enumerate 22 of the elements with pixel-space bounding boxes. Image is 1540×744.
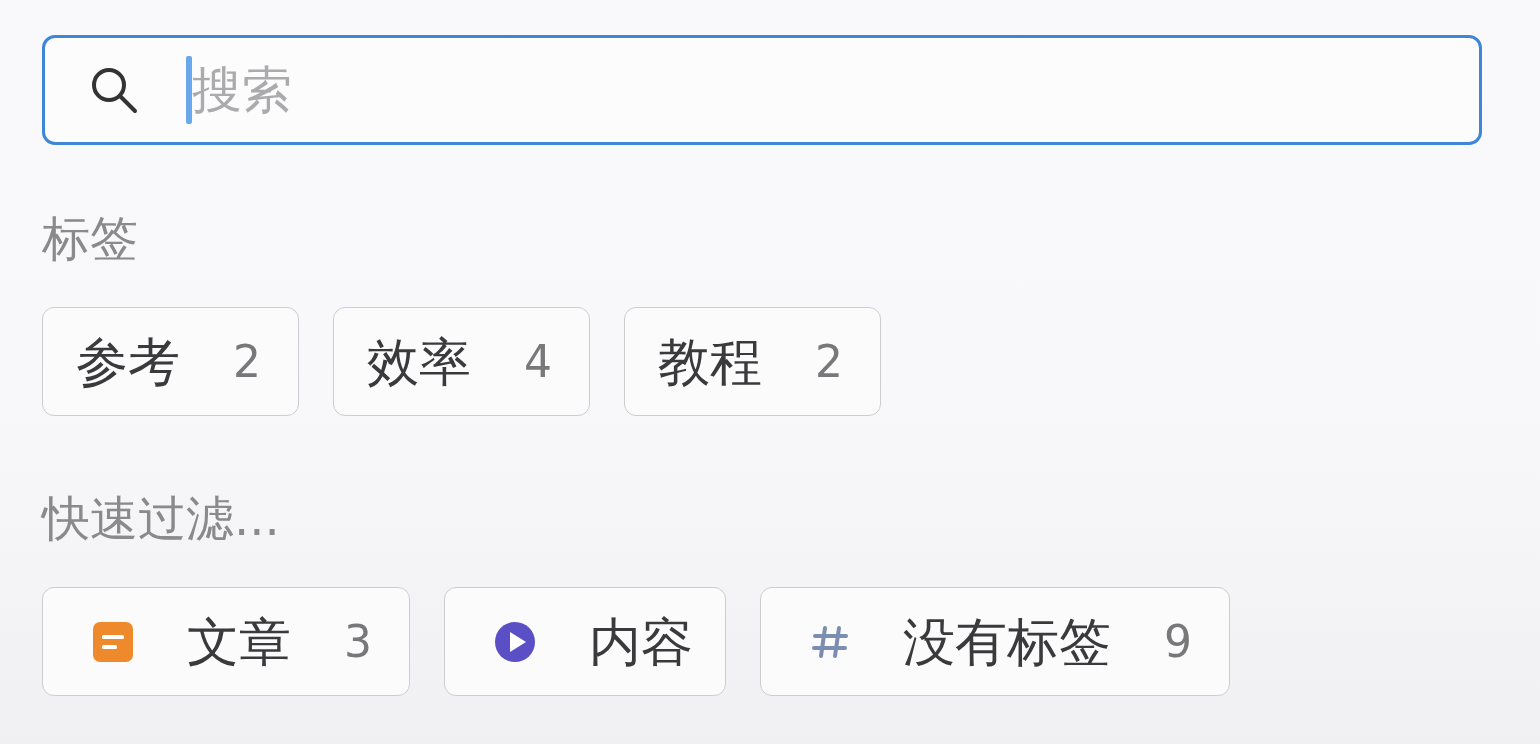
filter-count: 3: [344, 619, 372, 664]
tag-chip[interactable]: 效率 4: [333, 307, 590, 416]
filter-chip[interactable]: 文章 3: [42, 587, 410, 696]
search-icon: [90, 66, 138, 114]
text-cursor-icon: [186, 56, 192, 124]
tag-chip[interactable]: 参考 2: [42, 307, 299, 416]
filter-label: 没有标签: [903, 615, 1111, 668]
tag-count: 2: [233, 339, 261, 384]
filter-chip[interactable]: 没有标签 9: [760, 587, 1230, 696]
tag-label: 教程: [658, 335, 762, 388]
filter-chip[interactable]: 内容: [444, 587, 726, 696]
tag-label: 效率: [367, 335, 471, 388]
section-heading: 标签: [42, 212, 139, 264]
filter-label: 内容: [589, 615, 693, 668]
filter-count: 9: [1164, 619, 1192, 664]
tag-chip[interactable]: 教程 2: [624, 307, 881, 416]
tag-label: 参考: [76, 335, 180, 388]
filter-label: 文章: [187, 615, 291, 668]
search-field[interactable]: 搜索: [42, 35, 1482, 145]
section-heading: 快速过滤...: [42, 492, 281, 544]
tag-count: 2: [815, 339, 843, 384]
tag-count: 4: [524, 339, 552, 384]
